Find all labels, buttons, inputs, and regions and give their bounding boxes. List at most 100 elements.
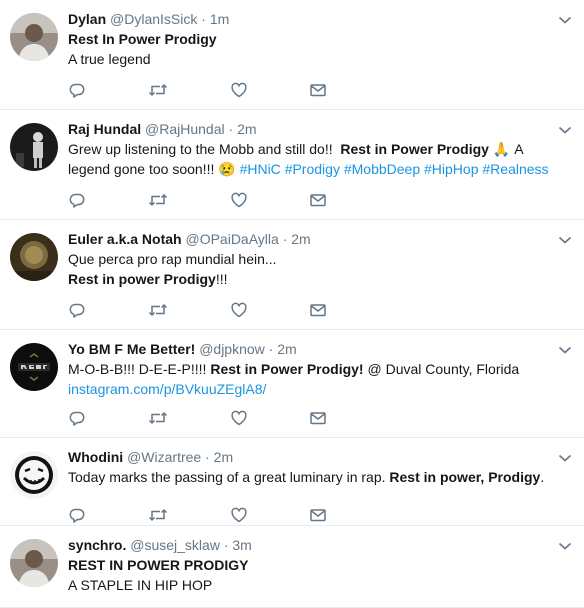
- avatar[interactable]: [10, 539, 58, 587]
- tweet[interactable]: Dylan @DylanIsSick · 1m Rest In Power Pro…: [0, 0, 584, 110]
- reply-icon[interactable]: [68, 81, 86, 99]
- separator-dot: ·: [201, 449, 214, 465]
- text-segment: legend gone too soon!!!: [68, 161, 219, 177]
- user-handle[interactable]: @DylanIsSick: [110, 11, 197, 27]
- timestamp[interactable]: 2m: [291, 231, 310, 247]
- envelope-icon[interactable]: [309, 81, 327, 99]
- url-link[interactable]: instagram.com/p/BVkuuZEglA8/: [68, 381, 266, 397]
- retweet-icon[interactable]: [148, 409, 168, 427]
- tweet-header: Raj Hundal @RajHundal · 2m: [68, 120, 570, 138]
- display-name[interactable]: Whodini: [68, 449, 123, 465]
- avatar[interactable]: [10, 13, 58, 61]
- tweet-text-line: Que perca pro rap mundial hein...: [68, 249, 570, 269]
- chevron-down-icon[interactable]: [558, 450, 572, 462]
- text-segment: A true legend: [68, 51, 151, 67]
- text-segment: Que perca pro rap mundial hein...: [68, 251, 277, 267]
- highlighted-text: Rest In Power Prodigy: [68, 31, 217, 47]
- timestamp[interactable]: 1m: [210, 11, 229, 27]
- reply-icon[interactable]: [68, 409, 86, 427]
- display-name[interactable]: Raj Hundal: [68, 121, 141, 137]
- text-segment: Today marks the passing of a great lumin…: [68, 469, 390, 485]
- tweet-text-line: legend gone too soon!!! 😢 #HNiC #Prodigy…: [68, 159, 570, 179]
- retweet-icon[interactable]: [148, 191, 168, 209]
- tweet-content: Euler a.k.a Notah @OPaiDaAylla · 2m Que p…: [68, 230, 570, 289]
- separator-dot: ·: [219, 537, 233, 553]
- tweet-header: Yo BM F Me Better! @djpknow · 2m: [68, 340, 570, 358]
- tweet-text-line: A STAPLE IN HIP HOP: [68, 575, 570, 595]
- highlighted-text: REST IN POWER PRODIGY: [68, 557, 249, 573]
- tweet-text: REST IN POWER PRODIGY A STAPLE IN HIP HOP: [68, 555, 570, 595]
- highlighted-text: Rest in power Prodigy: [68, 271, 216, 287]
- heart-icon[interactable]: [230, 301, 248, 319]
- avatar[interactable]: [10, 451, 58, 499]
- tweet-content: Raj Hundal @RajHundal · 2m Grew up listen…: [68, 120, 570, 179]
- tweet-text-line: Rest In Power Prodigy: [68, 29, 570, 49]
- display-name[interactable]: synchro.: [68, 537, 126, 553]
- chevron-down-icon[interactable]: [558, 12, 572, 24]
- separator-dot: ·: [197, 11, 210, 27]
- display-name[interactable]: Dylan: [68, 11, 106, 27]
- heart-icon[interactable]: [230, 409, 248, 427]
- tweet-header: Dylan @DylanIsSick · 1m: [68, 10, 570, 28]
- tweet-content: Yo BM F Me Better! @djpknow · 2m M-O-B-B!…: [68, 340, 570, 399]
- heart-icon[interactable]: [230, 506, 248, 524]
- timestamp[interactable]: 2m: [214, 449, 233, 465]
- text-segment: A STAPLE IN HIP HOP: [68, 577, 213, 593]
- tweet[interactable]: Raj Hundal @RajHundal · 2m Grew up listen…: [0, 110, 584, 220]
- heart-icon[interactable]: [230, 81, 248, 99]
- tweet-content: Whodini @Wizartree · 2m Today marks the p…: [68, 448, 570, 487]
- user-handle[interactable]: @Wizartree: [127, 449, 201, 465]
- envelope-icon[interactable]: [309, 301, 327, 319]
- tweet[interactable]: Euler a.k.a Notah @OPaiDaAylla · 2m Que p…: [0, 220, 584, 330]
- chevron-down-icon[interactable]: [558, 122, 572, 134]
- separator-dot: ·: [278, 231, 292, 247]
- avatar[interactable]: [10, 233, 58, 281]
- user-handle[interactable]: @OPaiDaAylla: [185, 231, 278, 247]
- display-name[interactable]: Yo BM F Me Better!: [68, 341, 195, 357]
- tweet[interactable]: Whodini @Wizartree · 2m Today marks the p…: [0, 438, 584, 526]
- chevron-down-icon[interactable]: [558, 538, 572, 550]
- tweet-text-line: Today marks the passing of a great lumin…: [68, 467, 570, 487]
- user-handle[interactable]: @susej_sklaw: [130, 537, 220, 553]
- tweet-content: Dylan @DylanIsSick · 1m Rest In Power Pro…: [68, 10, 570, 69]
- text-segment: Grew up listening to the Mobb and still …: [68, 141, 341, 157]
- display-name[interactable]: Euler a.k.a Notah: [68, 231, 182, 247]
- hashtag-link[interactable]: #Realness: [482, 161, 548, 177]
- chevron-down-icon[interactable]: [558, 342, 572, 354]
- text-segment: !!!: [215, 271, 228, 287]
- hashtag-link[interactable]: #MobbDeep: [344, 161, 420, 177]
- tweet-text: Rest In Power Prodigy A true legend: [68, 29, 570, 69]
- user-handle[interactable]: @djpknow: [199, 341, 265, 357]
- emoji: 🙏: [488, 141, 515, 157]
- envelope-icon[interactable]: [309, 191, 327, 209]
- chevron-down-icon[interactable]: [558, 232, 572, 244]
- hashtag-link[interactable]: #HipHop: [424, 161, 478, 177]
- highlighted-text: Rest in power, Prodigy: [389, 469, 541, 485]
- retweet-icon[interactable]: [148, 301, 168, 319]
- heart-icon[interactable]: [230, 191, 248, 209]
- tweet-text-line: REST IN POWER PRODIGY: [68, 555, 570, 575]
- reply-icon[interactable]: [68, 191, 86, 209]
- tweet-text-line: A true legend: [68, 49, 570, 69]
- retweet-icon[interactable]: [148, 81, 168, 99]
- avatar[interactable]: [10, 123, 58, 171]
- highlighted-text: Rest in Power Prodigy!: [210, 361, 364, 377]
- tweet[interactable]: synchro. @susej_sklaw · 3m REST IN POWER …: [0, 526, 584, 608]
- separator-dot: ·: [264, 341, 278, 357]
- user-handle[interactable]: @RajHundal: [145, 121, 225, 137]
- text-segment: @ Duval County, Florida: [363, 361, 520, 377]
- tweet-text-line: Grew up listening to the Mobb and still …: [68, 139, 570, 159]
- timestamp[interactable]: 3m: [232, 537, 251, 553]
- reply-icon[interactable]: [68, 506, 86, 524]
- tweet-text: M-O-B-B!!! D-E-E-P!!!! Rest in Power Pro…: [68, 359, 570, 399]
- reply-icon[interactable]: [68, 301, 86, 319]
- timestamp[interactable]: 2m: [237, 121, 256, 137]
- envelope-icon[interactable]: [309, 409, 327, 427]
- tweet[interactable]: Yo BM F Me Better! @djpknow · 2m M-O-B-B!…: [0, 330, 584, 438]
- envelope-icon[interactable]: [309, 506, 327, 524]
- hashtag-link[interactable]: #HNiC: [240, 161, 281, 177]
- avatar[interactable]: [10, 343, 58, 391]
- hashtag-link[interactable]: #Prodigy: [285, 161, 340, 177]
- timestamp[interactable]: 2m: [277, 341, 296, 357]
- retweet-icon[interactable]: [148, 506, 168, 524]
